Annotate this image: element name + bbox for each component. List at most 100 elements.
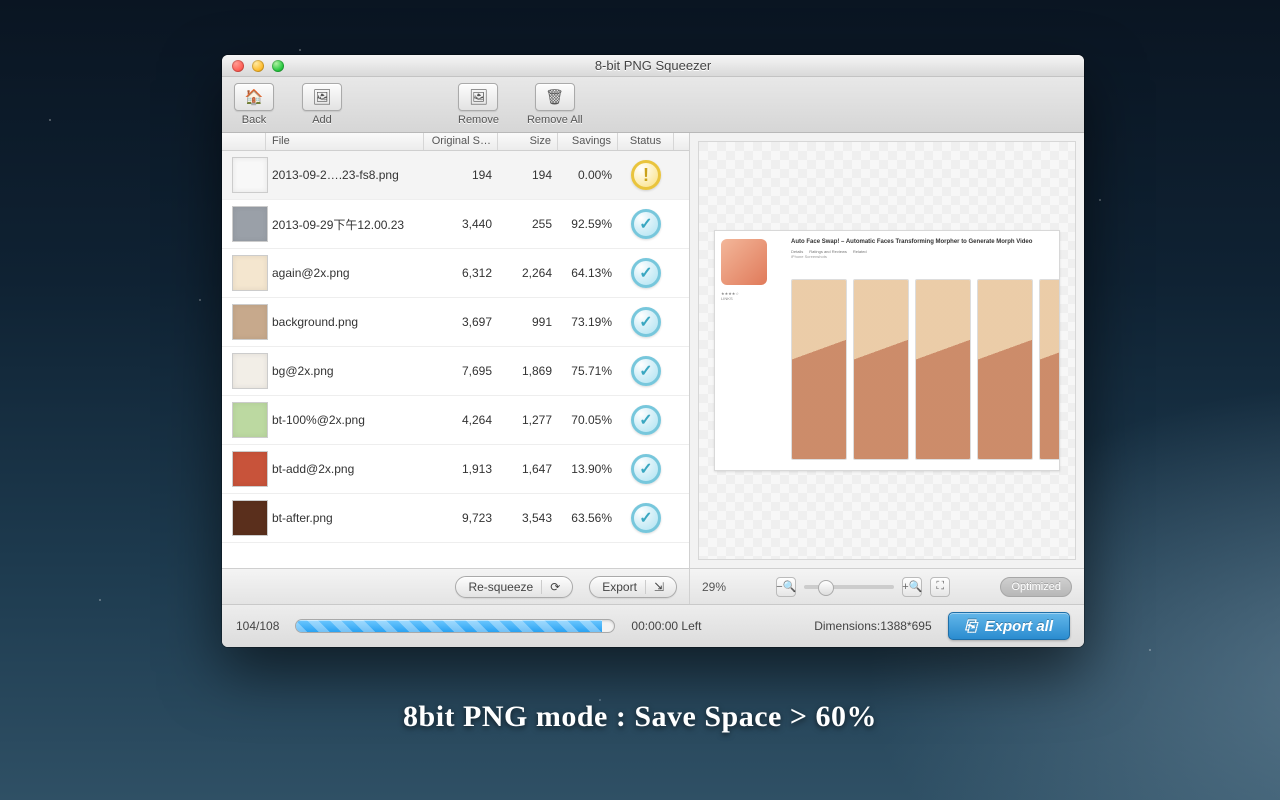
- remove-all-button[interactable]: 🗑: [535, 83, 575, 111]
- row-filename: bt-add@2x.png: [266, 462, 424, 476]
- content: File Original S… Size Savings Status 201…: [222, 133, 1084, 605]
- row-savings: 13.90%: [558, 462, 618, 476]
- row-filename: background.png: [266, 315, 424, 329]
- export-label: Export: [602, 580, 637, 594]
- status-ok-icon: ✓: [631, 307, 661, 337]
- table-row[interactable]: bt-100%@2x.png4,2641,27770.05%✓: [222, 396, 689, 445]
- preview-subtitle: iPhone Screenshots: [791, 254, 1051, 259]
- trash-icon: 🗑: [545, 88, 564, 106]
- marketing-tagline: 8bit PNG mode : Save Space > 60%: [0, 700, 1280, 734]
- resqueeze-button[interactable]: Re-squeeze ⟳: [455, 576, 573, 598]
- status-ok-icon: ✓: [631, 209, 661, 239]
- status-ok-icon: ✓: [631, 356, 661, 386]
- back-label: Back: [242, 114, 266, 126]
- table-row[interactable]: again@2x.png6,3122,26464.13% ✓: [222, 249, 689, 298]
- zoom-out-button[interactable]: −🔍: [776, 577, 796, 597]
- export-all-button[interactable]: ⎘ Export all: [948, 612, 1070, 640]
- row-size: 194: [498, 168, 558, 182]
- minimize-window-button[interactable]: [252, 60, 264, 72]
- add-label: Add: [312, 114, 332, 126]
- fit-icon: ⛶: [936, 580, 944, 593]
- row-thumbnail: [232, 402, 268, 438]
- col-status[interactable]: Status: [618, 133, 674, 150]
- table-row[interactable]: 2013-09-29下午12.00.233,44025592.59% ✓: [222, 200, 689, 249]
- row-size: 991: [498, 315, 558, 329]
- table-row[interactable]: bt-after.png9,7233,54363.56%✓: [222, 494, 689, 543]
- status-warn-icon: !: [631, 160, 661, 190]
- row-thumbnail: [232, 255, 268, 291]
- app-window: 8-bit PNG Squeezer 🏠 Back 🖼 Add 🖼 Remove…: [222, 55, 1084, 647]
- preview-image: ★★★★☆LINKS Auto Face Swap! – Automatic F…: [714, 230, 1060, 472]
- list-body[interactable]: 2013-09-2….23-fs8.png1941940.00%!2013-09…: [222, 151, 689, 568]
- file-list-pane: File Original S… Size Savings Status 201…: [222, 133, 690, 604]
- row-thumbnail: [232, 304, 268, 340]
- row-original-size: 3,697: [424, 315, 498, 329]
- toolbar: 🏠 Back 🖼 Add 🖼 Remove 🗑 Remove All: [222, 77, 1084, 133]
- col-size[interactable]: Size: [498, 133, 558, 150]
- row-filename: bt-after.png: [266, 511, 424, 525]
- row-filename: bg@2x.png: [266, 364, 424, 378]
- row-original-size: 9,723: [424, 511, 498, 525]
- row-savings: 70.05%: [558, 413, 618, 427]
- row-thumbnail: [232, 451, 268, 487]
- export-all-label: Export all: [985, 618, 1053, 635]
- row-size: 3,543: [498, 511, 558, 525]
- row-filename: 2013-09-2….23-fs8.png: [266, 168, 424, 182]
- optimized-badge: Optimized: [1000, 577, 1072, 597]
- row-filename: 2013-09-29下午12.00.23: [266, 216, 424, 233]
- row-savings: 0.00%: [558, 168, 618, 182]
- fit-button[interactable]: ⛶: [930, 577, 950, 597]
- back-button[interactable]: 🏠: [234, 83, 274, 111]
- export-button[interactable]: Export ⇲: [589, 576, 677, 598]
- row-original-size: 4,264: [424, 413, 498, 427]
- progress-counter: 104/108: [236, 619, 279, 633]
- list-header: File Original S… Size Savings Status: [222, 133, 689, 151]
- col-savings[interactable]: Savings: [558, 133, 618, 150]
- preview-footer: 29% −🔍 +🔍 ⛶ Optimized: [690, 568, 1084, 604]
- time-left: 00:00:00 Left: [631, 619, 701, 633]
- row-thumbnail: [232, 157, 268, 193]
- row-size: 2,264: [498, 266, 558, 280]
- row-original-size: 194: [424, 168, 498, 182]
- window-title: 8-bit PNG Squeezer: [222, 58, 1084, 73]
- row-size: 255: [498, 217, 558, 231]
- table-row[interactable]: 2013-09-2….23-fs8.png1941940.00%!: [222, 151, 689, 200]
- status-ok-icon: ✓: [631, 503, 661, 533]
- refresh-icon: ⟳: [550, 580, 560, 594]
- progress-bar: [295, 619, 615, 633]
- row-thumbnail: [232, 353, 268, 389]
- remove-button[interactable]: 🖼: [458, 83, 498, 111]
- row-thumbnail: [232, 500, 268, 536]
- export-icon: ⇲: [654, 580, 664, 594]
- close-window-button[interactable]: [232, 60, 244, 72]
- zoom-in-button[interactable]: +🔍: [902, 577, 922, 597]
- remove-label: Remove: [458, 114, 499, 126]
- row-size: 1,647: [498, 462, 558, 476]
- col-original[interactable]: Original S…: [424, 133, 498, 150]
- row-size: 1,869: [498, 364, 558, 378]
- status-ok-icon: ✓: [631, 258, 661, 288]
- remove-all-label: Remove All: [527, 114, 583, 126]
- zoom-in-icon: +🔍: [902, 580, 922, 593]
- add-button[interactable]: 🖼: [302, 83, 342, 111]
- row-filename: again@2x.png: [266, 266, 424, 280]
- table-row[interactable]: bt-add@2x.png1,9131,64713.90% ✓: [222, 445, 689, 494]
- row-filename: bt-100%@2x.png: [266, 413, 424, 427]
- table-row[interactable]: background.png3,69799173.19%✓: [222, 298, 689, 347]
- row-savings: 92.59%: [558, 217, 618, 231]
- dimensions-label: Dimensions:1388*695: [814, 619, 931, 633]
- row-original-size: 6,312: [424, 266, 498, 280]
- titlebar: 8-bit PNG Squeezer: [222, 55, 1084, 77]
- table-row[interactable]: bg@2x.png7,6951,86975.71% ✓: [222, 347, 689, 396]
- row-original-size: 7,695: [424, 364, 498, 378]
- preview-area[interactable]: ★★★★☆LINKS Auto Face Swap! – Automatic F…: [698, 141, 1076, 560]
- status-ok-icon: ✓: [631, 454, 661, 484]
- row-savings: 75.71%: [558, 364, 618, 378]
- zoom-slider[interactable]: [804, 585, 894, 589]
- row-original-size: 3,440: [424, 217, 498, 231]
- statusbar: 104/108 00:00:00 Left Dimensions:1388*69…: [222, 605, 1084, 647]
- col-file[interactable]: File: [266, 133, 424, 150]
- zoom-window-button[interactable]: [272, 60, 284, 72]
- row-original-size: 1,913: [424, 462, 498, 476]
- row-savings: 64.13%: [558, 266, 618, 280]
